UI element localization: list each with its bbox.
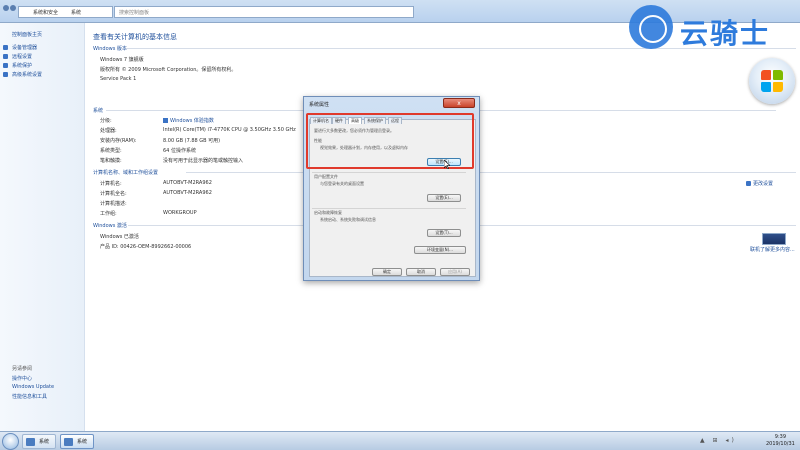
nav-buttons[interactable]: [3, 5, 17, 17]
window-icon: [26, 438, 35, 446]
shield-icon: [3, 63, 8, 68]
section-computer-name: 计算机名称、域和工作组设置: [93, 170, 159, 176]
page-title: 查看有关计算机的基本信息: [93, 33, 177, 41]
user-profiles-description: 与您登录有关的桌面设置: [320, 181, 364, 186]
label-ram: 安装内存(RAM):: [100, 138, 137, 144]
value-pen-touch: 没有可用于此显示器的笔或触控输入: [163, 158, 244, 164]
back-icon[interactable]: [3, 5, 9, 11]
dialog-close-button[interactable]: x: [443, 98, 475, 108]
label-computer-name: 计算机名:: [100, 181, 122, 187]
forward-icon[interactable]: [10, 5, 16, 11]
environment-variables-button[interactable]: 环境变量(N)...: [414, 246, 466, 254]
label-description: 计算机描述:: [100, 201, 127, 207]
divider: [312, 208, 466, 209]
watermark-text: 云骑士: [680, 17, 771, 50]
breadcrumb-item[interactable]: 系统和安全: [33, 9, 58, 16]
activation-status: Windows 已激活: [100, 234, 139, 240]
notification-tray[interactable]: ▲ ⊞ ◂): [700, 437, 737, 444]
search-input[interactable]: 搜索控制面板: [114, 6, 414, 18]
knight-logo-icon: [629, 5, 673, 49]
clock[interactable]: 9:39 2019/10/31: [766, 434, 795, 448]
value-processor: Intel(R) Core(TM) i7-4770K CPU @ 3.50GHz…: [163, 127, 296, 133]
task-advanced-settings[interactable]: 高级系统设置: [12, 71, 42, 78]
windows-logo-icon: [749, 58, 795, 104]
value-computer-name: AUTOBVT-M2RA962: [163, 180, 212, 186]
see-also-performance[interactable]: 性能信息和工具: [12, 393, 47, 400]
section-system: 系统: [93, 108, 104, 114]
task-remote-settings[interactable]: 远程设置: [12, 53, 32, 60]
ok-button[interactable]: 确定: [372, 268, 402, 276]
dialog-title: 系统属性: [309, 102, 330, 108]
label-full-name: 计算机全名:: [100, 191, 127, 197]
experience-index-link[interactable]: Windows 体验指数: [163, 117, 214, 124]
divider: [312, 172, 466, 173]
taskbar-item-control-panel[interactable]: 系统: [60, 434, 94, 449]
value-system-type: 64 位操作系统: [163, 148, 196, 154]
task-device-manager[interactable]: 设备管理器: [12, 44, 37, 51]
watermark: 云骑士: [624, 0, 800, 56]
mouse-cursor-icon: [444, 160, 450, 169]
value-ram: 8.00 GB (7.88 GB 可用): [163, 138, 221, 144]
label-processor: 处理器:: [100, 128, 117, 134]
control-panel-home-link[interactable]: 控制面板主页: [12, 31, 42, 38]
search-placeholder: 搜索控制面板: [119, 10, 150, 16]
task-system-protection[interactable]: 系统保护: [12, 62, 32, 69]
breadcrumb-item[interactable]: 系统: [71, 9, 81, 16]
service-pack: Service Pack 1: [100, 76, 137, 82]
shield-icon: [3, 72, 8, 77]
divider: [186, 172, 796, 173]
user-profiles-group-label: 用户配置文件: [314, 174, 338, 179]
section-edition: Windows 版本: [93, 46, 127, 52]
genuine-microsoft-badge-icon: [762, 233, 786, 245]
startup-settings-button[interactable]: 设置(T)...: [427, 229, 461, 237]
time: 9:39: [774, 434, 787, 440]
taskbar: 系统 系统 ▲ ⊞ ◂) 9:39 2019/10/31: [0, 431, 800, 450]
copyright: 版权所有 © 2009 Microsoft Corporation。保留所有权利…: [100, 67, 237, 73]
apply-button[interactable]: 应用(A): [440, 268, 470, 276]
control-panel-icon: [64, 438, 73, 446]
label-rating: 分级:: [100, 118, 112, 124]
shield-icon: [3, 54, 8, 59]
see-also-heading: 另请参阅: [12, 366, 33, 372]
user-profiles-settings-button[interactable]: 设置(E)...: [427, 194, 461, 202]
startup-description: 系统启动、系统失败和调试信息: [320, 217, 376, 222]
shield-icon: [746, 181, 751, 186]
left-pane: 控制面板主页 设备管理器 远程设置 系统保护 高级系统设置 另请参阅 操作中心 …: [0, 23, 85, 431]
genuine-learn-more-link[interactable]: 联机了解更多内容...: [750, 246, 795, 253]
startup-group-label: 启动和故障恢复: [314, 210, 342, 215]
change-settings-link[interactable]: 更改设置: [746, 180, 773, 187]
value-workgroup: WORKGROUP: [163, 210, 197, 216]
see-also-action-center[interactable]: 操作中心: [12, 375, 32, 382]
taskbar-item-system[interactable]: 系统: [22, 434, 56, 449]
label-system-type: 系统类型:: [100, 148, 122, 154]
start-button[interactable]: [2, 433, 19, 450]
see-also-windows-update[interactable]: Windows Update: [12, 384, 54, 390]
label-workgroup: 工作组:: [100, 211, 117, 217]
value-full-name: AUTOBVT-M2RA962: [163, 190, 212, 196]
edition-name: Windows 7 旗舰版: [100, 57, 144, 63]
section-activation: Windows 激活: [93, 223, 127, 229]
date: 2019/10/31: [766, 441, 795, 447]
shield-icon: [3, 45, 8, 50]
product-id: 产品 ID: 00426-OEM-8992662-00006: [100, 244, 192, 250]
cancel-button[interactable]: 取消: [406, 268, 436, 276]
label-pen-touch: 笔和触摸:: [100, 158, 122, 164]
breadcrumb[interactable]: 系统和安全 系统: [18, 6, 113, 18]
